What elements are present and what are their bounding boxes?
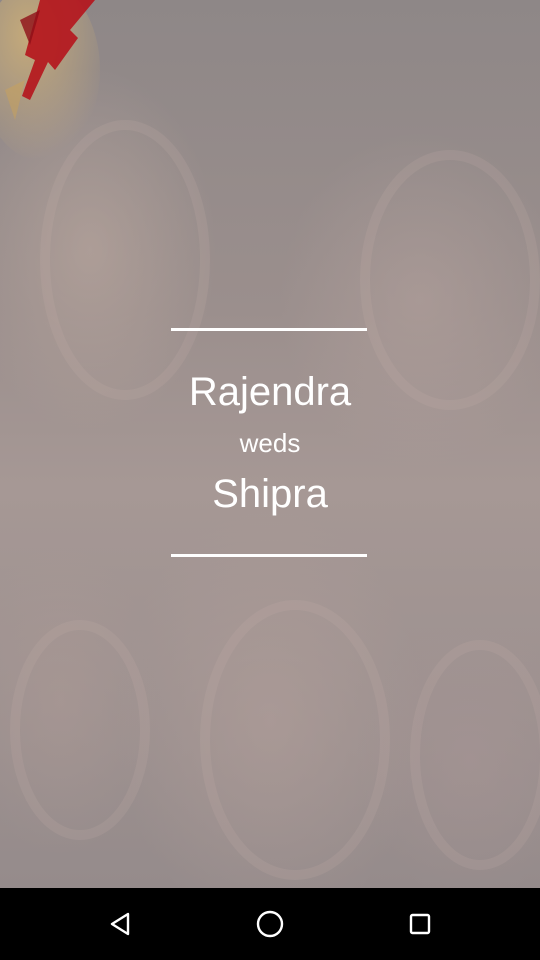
weds-text: weds xyxy=(239,428,301,458)
recents-square-icon xyxy=(409,913,431,935)
navigation-bar xyxy=(0,888,540,960)
back-triangle-icon xyxy=(110,912,130,936)
top-divider xyxy=(171,328,367,331)
wallpaper-swirl xyxy=(10,620,150,840)
groom-name: Rajendra xyxy=(188,370,352,414)
recents-button[interactable] xyxy=(390,902,450,946)
ribbon-decoration-icon xyxy=(0,0,100,160)
wallpaper-swirl xyxy=(200,600,390,880)
home-button[interactable] xyxy=(240,902,300,946)
invitation-card: Rajendra weds Shipra xyxy=(0,326,540,562)
home-circle-icon xyxy=(256,910,284,938)
bride-name: Shipra xyxy=(212,472,328,516)
screen: Rajendra weds Shipra xyxy=(0,0,540,960)
wallpaper-swirl xyxy=(410,640,540,870)
bottom-divider xyxy=(171,554,367,557)
back-button[interactable] xyxy=(90,902,150,946)
